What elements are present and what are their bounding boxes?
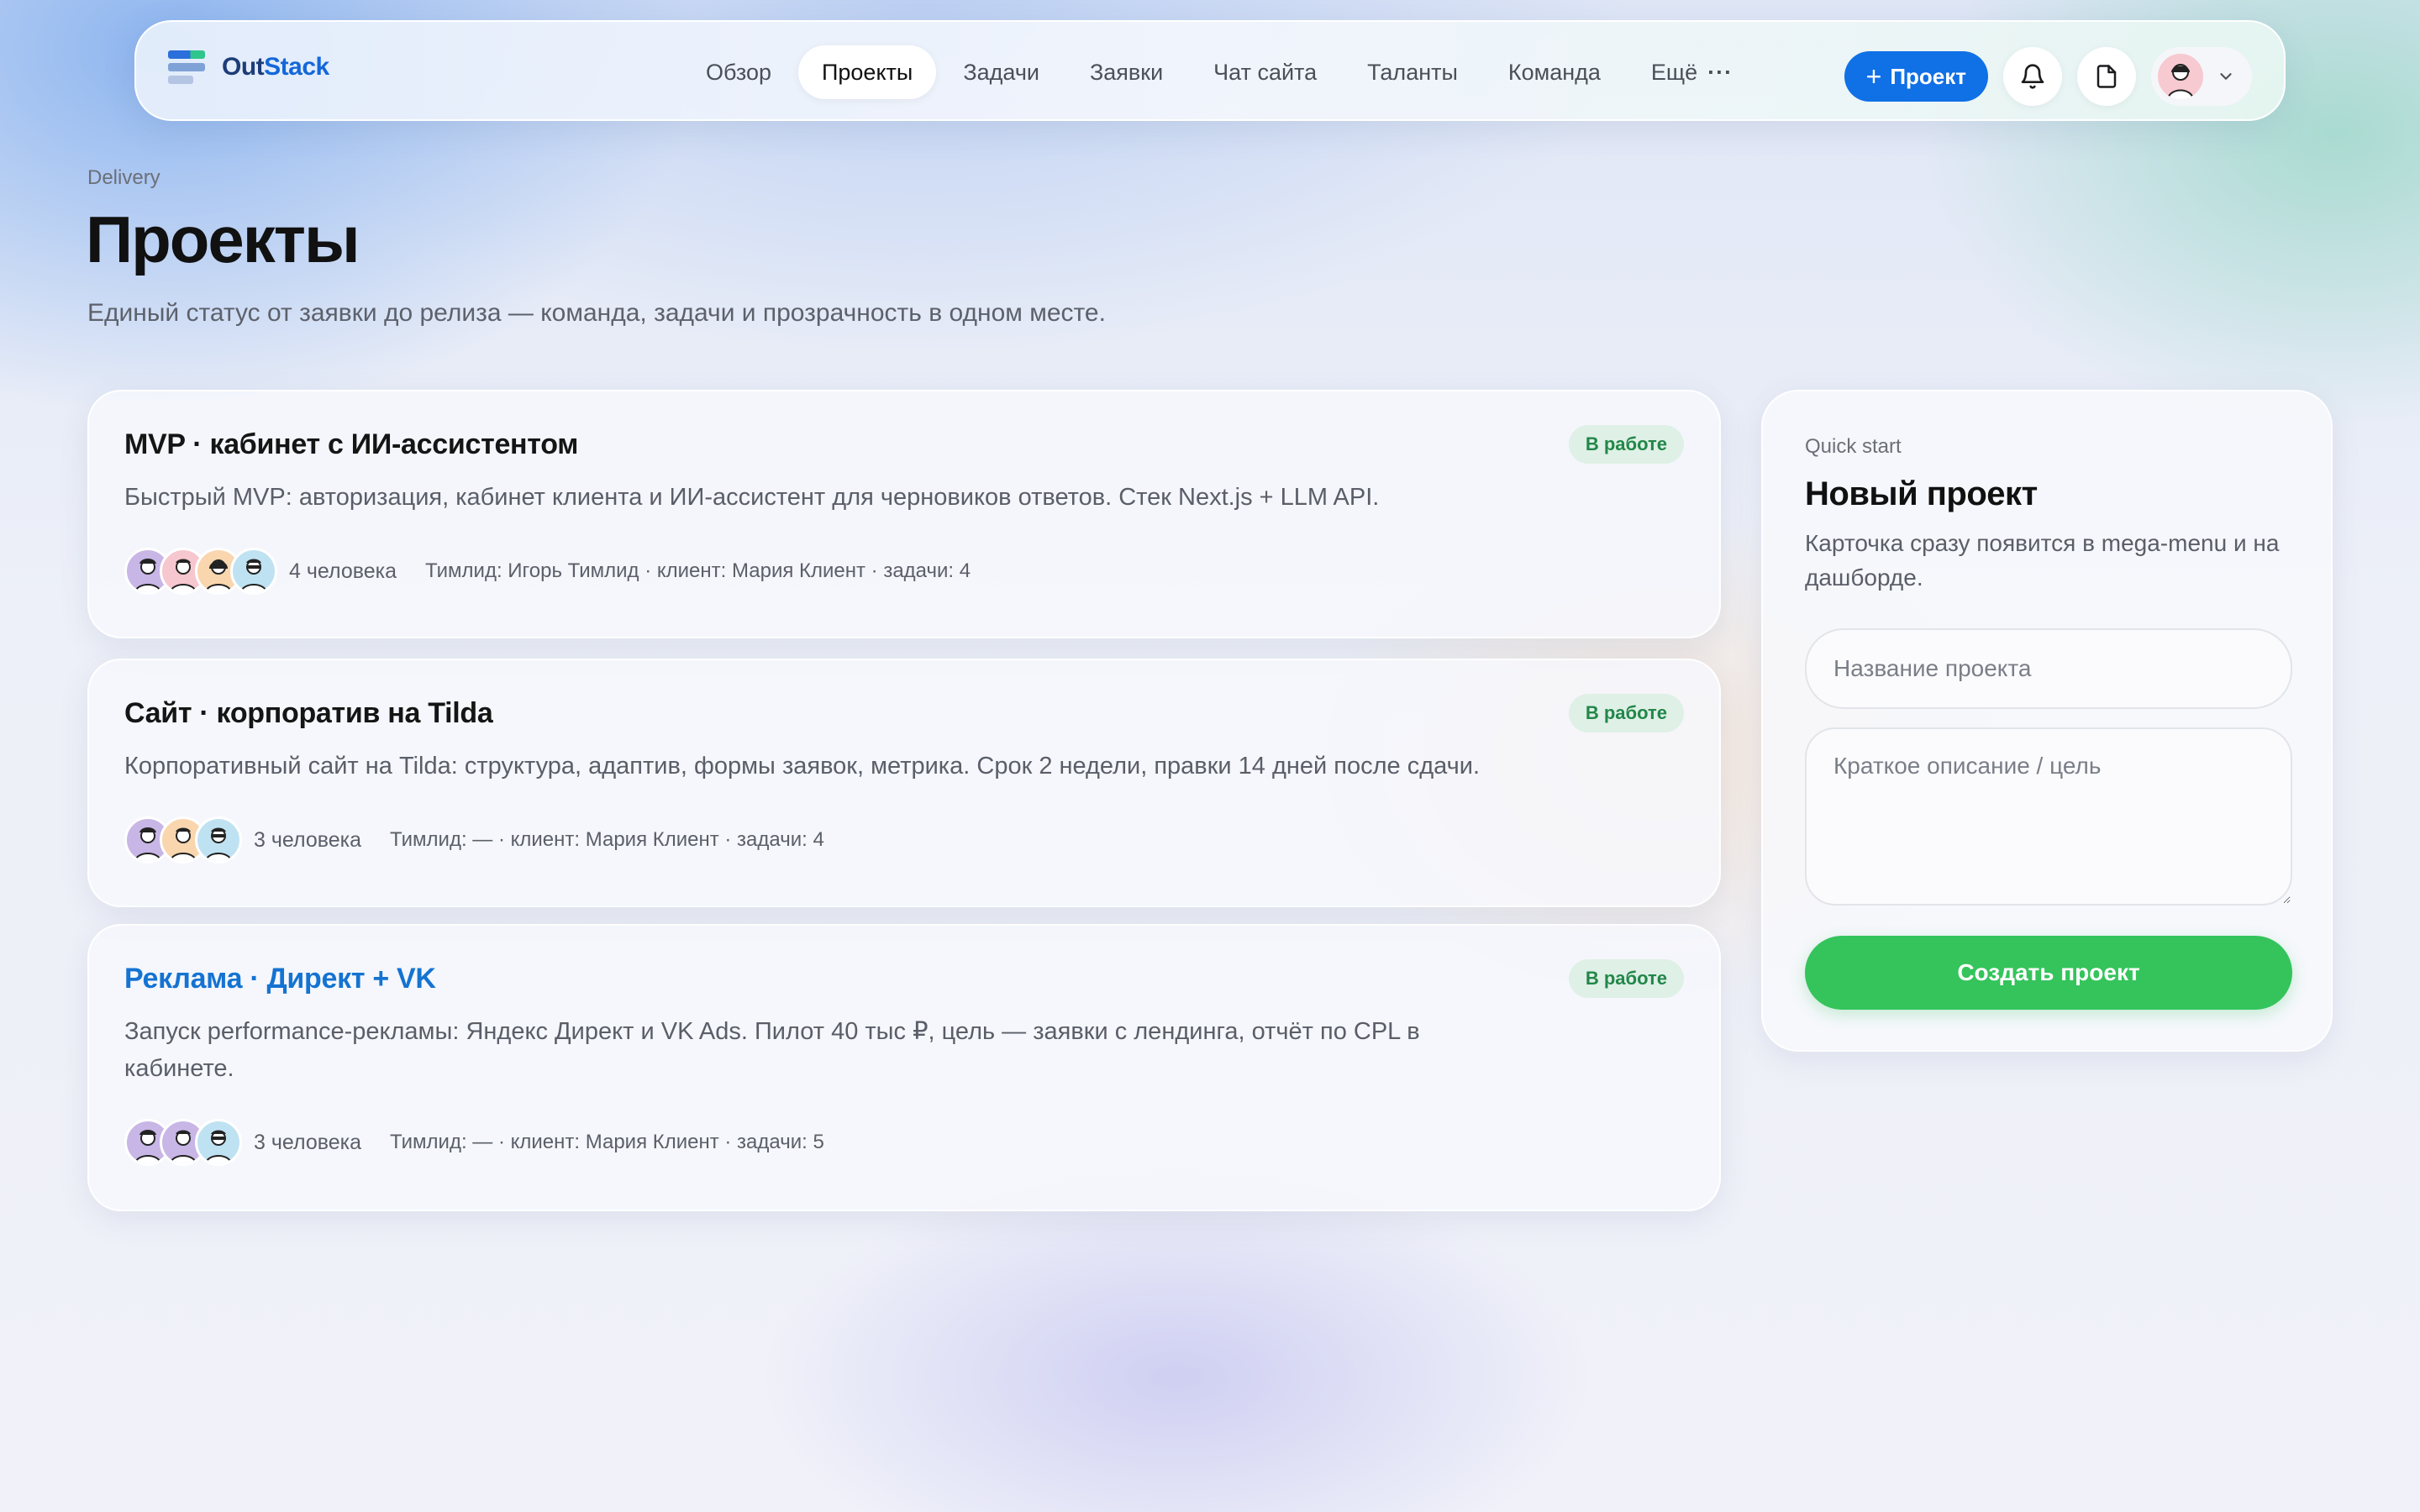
nav-item-site-chat[interactable]: Чат сайта (1190, 45, 1340, 99)
project-description: Быстрый MVP: авторизация, кабинет клиент… (124, 484, 1380, 511)
project-details: Тимлид: Игорь Тимлид · клиент: Мария Кли… (425, 559, 971, 582)
stack-logo-icon (168, 49, 205, 86)
brand-name: OutStack (222, 53, 329, 81)
create-project-button[interactable]: Создать проект (1805, 936, 2292, 1010)
top-navigation-bar: OutStack Обзор Проекты Задачи Заявки Чат… (134, 20, 2286, 121)
nav-item-team[interactable]: Команда (1485, 45, 1624, 99)
status-badge: В работе (1568, 694, 1684, 732)
app-root: OutStack Обзор Проекты Задачи Заявки Чат… (0, 0, 2420, 1512)
project-meta: 4 человека Тимлид: Игорь Тимлид · клиент… (124, 548, 971, 595)
nav-item-more[interactable]: Ещё ··· (1628, 45, 1756, 99)
more-dots-icon: ··· (1707, 59, 1733, 85)
nav-item-label: Заявки (1089, 59, 1164, 85)
nav-item-label: Команда (1507, 59, 1601, 85)
status-badge: В работе (1568, 425, 1684, 464)
panel-description: Карточка сразу появится в mega-menu и на… (1805, 530, 2280, 591)
project-title[interactable]: Реклама · Директ + VK (124, 963, 436, 995)
people-count: 3 человека (254, 827, 362, 852)
nav-item-label: Чат сайта (1213, 59, 1318, 85)
chevron-down-icon (2220, 73, 2232, 80)
new-project-label: Проект (1890, 63, 1966, 89)
project-description: Запуск performance-рекламы: Яндекс Дирек… (124, 1018, 1420, 1082)
project-title[interactable]: Сайт · корпоратив на Tilda (124, 697, 493, 730)
nav-item-tasks[interactable]: Задачи (939, 45, 1063, 99)
nav-item-label: Ещё (1650, 59, 1698, 85)
project-description: Корпоративный сайт на Tilda: структура, … (124, 753, 1480, 780)
plus-icon: + (1865, 61, 1882, 92)
nav-item-talents[interactable]: Таланты (1344, 45, 1481, 99)
status-badge: В работе (1568, 959, 1684, 998)
quick-start-panel: Quick start Новый проект Карточка сразу … (1761, 390, 2333, 1052)
header-actions: + Проект (1844, 47, 2252, 106)
brand-logo[interactable]: OutStack (168, 49, 329, 86)
people-count: 3 человека (254, 1130, 362, 1154)
documents-button[interactable] (2077, 47, 2136, 106)
page-kicker: Delivery (87, 166, 160, 189)
project-details: Тимлид: — · клиент: Мария Клиент · задач… (390, 1131, 824, 1153)
brand-name-prefix: Out (222, 53, 265, 81)
project-details: Тимлид: — · клиент: Мария Клиент · задач… (390, 828, 824, 851)
main-nav: Обзор Проекты Задачи Заявки Чат сайта Та… (682, 45, 1760, 99)
project-meta: 3 человека Тимлид: — · клиент: Мария Кли… (124, 816, 824, 864)
page-subtitle: Единый статус от заявки до релиза — кома… (87, 299, 1106, 327)
nav-item-projects[interactable]: Проекты (797, 45, 937, 99)
user-menu[interactable] (2151, 47, 2252, 106)
panel-kicker: Quick start (1805, 435, 1902, 458)
project-meta: 3 человека Тимлид: — · клиент: Мария Кли… (124, 1119, 824, 1166)
avatar (2158, 54, 2203, 99)
nav-item-label: Таланты (1367, 59, 1458, 85)
project-card[interactable]: Сайт · корпоратив на Tilda В работе Корп… (87, 659, 1721, 907)
team-avatars[interactable] (124, 1119, 242, 1166)
project-card[interactable]: Реклама · Директ + VK В работе Запуск pe… (87, 924, 1721, 1211)
team-avatars[interactable] (124, 548, 277, 595)
people-count: 4 человека (289, 559, 397, 583)
new-project-button[interactable]: + Проект (1844, 51, 1988, 102)
avatar (195, 816, 242, 864)
project-card[interactable]: MVP · кабинет с ИИ-ассистентом В работе … (87, 390, 1721, 638)
avatar (230, 548, 277, 595)
nav-item-requests[interactable]: Заявки (1066, 45, 1186, 99)
nav-item-label: Задачи (963, 59, 1039, 85)
notifications-button[interactable] (2003, 47, 2062, 106)
nav-item-label: Обзор (706, 59, 771, 85)
avatar (195, 1119, 242, 1166)
team-avatars[interactable] (124, 816, 242, 864)
panel-title: Новый проект (1805, 475, 2038, 512)
page-title: Проекты (86, 202, 360, 276)
project-name-input[interactable] (1805, 628, 2292, 709)
brand-name-suffix: Stack (264, 53, 329, 81)
bell-icon (2021, 64, 2044, 89)
nav-item-overview[interactable]: Обзор (682, 45, 795, 99)
nav-item-label: Проекты (821, 59, 913, 85)
document-icon (2096, 65, 2117, 88)
project-description-textarea[interactable] (1805, 727, 2292, 906)
project-title[interactable]: MVP · кабинет с ИИ-ассистентом (124, 428, 578, 461)
